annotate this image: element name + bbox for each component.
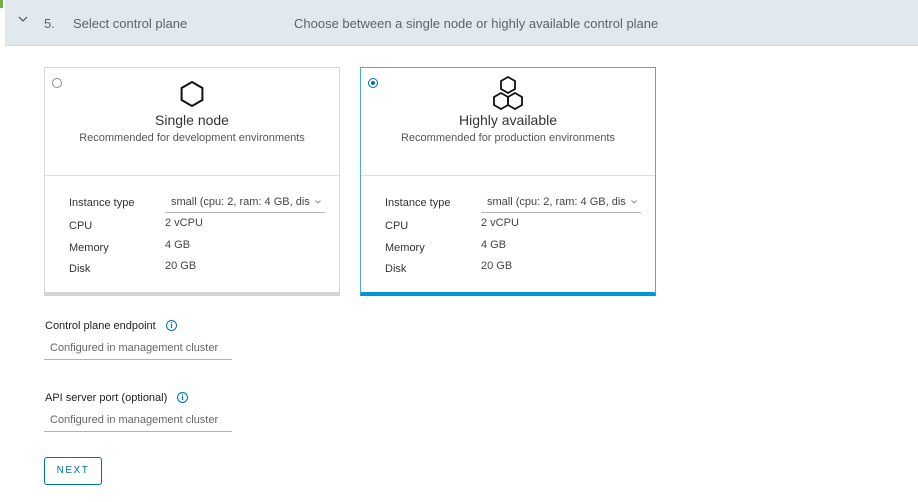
next-button[interactable]: NEXT: [44, 457, 102, 485]
cpu-value: 2 vCPU: [481, 217, 519, 229]
port-input[interactable]: Configured in management cluster: [44, 414, 232, 432]
chevron-down-icon: [315, 200, 321, 204]
single-node-description: Recommended for development environments: [79, 132, 305, 144]
disk-value: 20 GB: [165, 260, 197, 272]
highly-available-title: Highly available: [458, 112, 558, 128]
endpoint-input[interactable]: Configured in management cluster: [44, 342, 232, 360]
instance-type-value: small (cpu: 2, ram: 4 GB, dis: [171, 196, 310, 208]
instance-type-select[interactable]: small (cpu: 2, ram: 4 GB, dis: [481, 194, 641, 213]
cpu-label: CPU: [69, 220, 93, 232]
info-icon[interactable]: i: [177, 392, 188, 403]
accent-bar: [0, 0, 3, 8]
endpoint-label: Control plane endpoint: [45, 320, 156, 332]
hexagon-icon: [45, 80, 339, 108]
step-description: Choose between a single node or highly a…: [294, 16, 659, 31]
divider: [45, 175, 339, 176]
instance-type-value: small (cpu: 2, ram: 4 GB, dis: [487, 196, 626, 208]
disk-value: 20 GB: [481, 260, 513, 272]
memory-label: Memory: [69, 242, 109, 254]
highly-available-description: Recommended for production environments: [400, 132, 615, 144]
step-header[interactable]: 5. Select control plane Choose between a…: [5, 0, 918, 46]
disk-label: Disk: [385, 263, 407, 275]
chevron-down-icon: [631, 200, 637, 204]
highly-available-card[interactable]: Highly available Recommended for product…: [360, 67, 656, 296]
memory-value: 4 GB: [165, 239, 191, 251]
memory-value: 4 GB: [481, 239, 507, 251]
chevron-down-icon[interactable]: [18, 14, 28, 24]
step-number: 5.: [44, 16, 55, 31]
info-icon[interactable]: i: [166, 320, 177, 331]
port-label: API server port (optional): [45, 392, 168, 404]
cpu-label: CPU: [385, 220, 409, 232]
hexagon-cluster-icon: [361, 75, 655, 111]
memory-label: Memory: [385, 242, 425, 254]
single-node-title: Single node: [155, 112, 229, 128]
disk-label: Disk: [69, 263, 91, 275]
divider: [361, 175, 655, 176]
instance-type-label: Instance type: [69, 197, 135, 209]
cpu-value: 2 vCPU: [165, 217, 203, 229]
single-node-card[interactable]: Single node Recommended for development …: [44, 67, 340, 296]
instance-type-select[interactable]: small (cpu: 2, ram: 4 GB, dis: [165, 194, 325, 213]
step-title: Select control plane: [73, 16, 188, 31]
instance-type-label: Instance type: [385, 197, 451, 209]
